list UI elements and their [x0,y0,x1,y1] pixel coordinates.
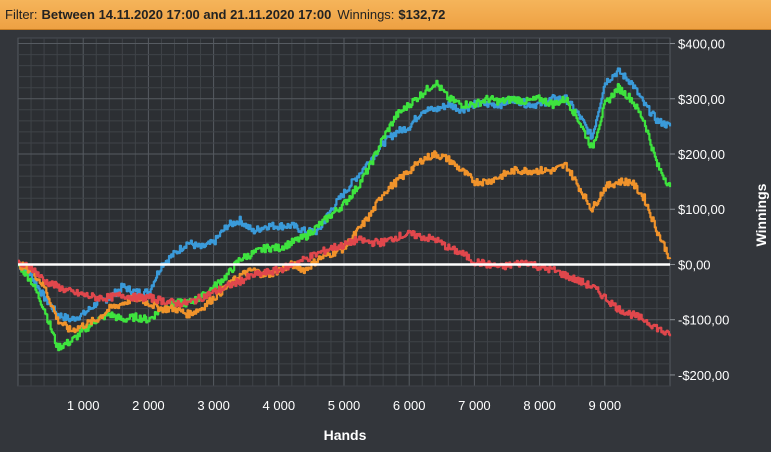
x-tick-label: 4 000 [263,398,296,413]
x-tick-label: 7 000 [458,398,491,413]
x-tick-label: 1 000 [67,398,100,413]
x-tick-label: 9 000 [589,398,622,413]
y-axis-title: Winnings [753,183,769,246]
winnings-label: Winnings: [337,7,395,22]
y-tick-label: $200,00 [678,147,725,162]
winnings-chart: $400,00 $300,00 $200,00 $100,00 $0,00 -$100,0… [17,37,769,443]
y-tick-label: -$100,00 [678,313,729,328]
winnings-value: $132,72 [398,7,446,22]
x-tick-label: 6 000 [393,398,426,413]
y-tick-label: $0,00 [678,257,711,272]
y-axis: $400,00 $300,00 $200,00 $100,00 $0,00 -$100,0… [670,37,729,383]
x-tick-label: 8 000 [523,398,556,413]
filter-value: Between 14.11.2020 17:00 and 21.11.2020 … [41,7,332,22]
y-tick-label: $300,00 [678,92,725,107]
x-tick-label: 5 000 [328,398,361,413]
x-tick-label: 2 000 [132,398,165,413]
filter-bar: Filter: Between 14.11.2020 17:00 and 21.… [0,0,771,30]
y-tick-label: -$200,00 [678,368,729,383]
y-tick-label: $400,00 [678,37,725,52]
filter-label: Filter: [5,7,38,22]
x-axis: 1 000 2 000 3 000 4 000 5 000 6 000 7 000 8 000… [67,398,621,413]
x-axis-title: Hands [324,427,367,443]
x-tick-label: 3 000 [197,398,230,413]
y-tick-label: $100,00 [678,202,725,217]
